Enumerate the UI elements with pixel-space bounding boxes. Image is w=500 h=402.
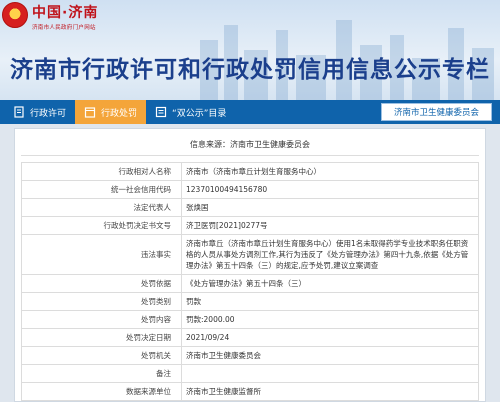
table-row: 备注: [21, 364, 479, 383]
field-value: 2021/09/24: [181, 328, 479, 347]
field-label: 处罚依据: [21, 274, 182, 293]
field-label: 处罚内容: [21, 310, 182, 329]
table-row: 行政处罚决定书文号 济卫医罚[2021]0277号: [21, 216, 479, 235]
field-value: 罚款: [181, 292, 479, 311]
calendar-icon: [84, 107, 96, 118]
table-row: 处罚机关 济南市卫生健康委员会: [21, 346, 479, 365]
national-emblem-icon: [2, 2, 28, 28]
logo-title: 中国·济南: [32, 5, 99, 21]
site-banner: 中国·济南 济南市人民政府门户网站 济南市行政许可和行政处罚信用信息公示专栏: [0, 0, 500, 100]
nav-tab-catalog[interactable]: “双公示”目录: [146, 100, 235, 124]
field-value: 张焕国: [181, 198, 479, 217]
penalty-detail-table: 行政相对人名称 济南市（济南市章丘计划生育服务中心） 统一社会信用代码 1237010…: [21, 162, 479, 401]
nav-tab-permits-label: 行政许可: [30, 108, 67, 119]
field-value: 济南市卫生健康委员会: [181, 346, 479, 365]
main-nav: 行政许可 行政处罚 “双公示”目录 济南市卫生健康委员会: [0, 100, 500, 124]
table-row: 违法事实 济南市章丘（济南市章丘计划生育服务中心）使用1名未取得药学专业技术职务任…: [21, 234, 479, 275]
table-row: 处罚内容 罚款:2000.00: [21, 310, 479, 329]
field-label: 行政相对人名称: [21, 162, 182, 181]
field-value: 济南市卫生健康监督所: [181, 382, 479, 401]
logo-subtitle: 济南市人民政府门户网站: [32, 25, 96, 31]
nav-tab-penalties-label: 行政处罚: [101, 108, 138, 119]
nav-tab-penalties[interactable]: 行政处罚: [75, 100, 147, 124]
field-label: 违法事实: [21, 234, 182, 275]
field-label: 备注: [21, 364, 182, 383]
field-label: 处罚决定日期: [21, 328, 182, 347]
field-value: [181, 364, 479, 383]
nav-tab-permits[interactable]: 行政许可: [4, 100, 75, 124]
list-icon: [155, 106, 167, 118]
field-label: 处罚机关: [21, 346, 182, 365]
field-label: 数据来源单位: [21, 382, 182, 401]
field-label: 行政处罚决定书文号: [21, 216, 182, 235]
field-value: 《处方管理办法》第五十四条（三）: [181, 274, 479, 293]
table-row: 处罚类别 罚款: [21, 292, 479, 311]
table-row: 处罚依据 《处方管理办法》第五十四条（三）: [21, 274, 479, 293]
site-logo[interactable]: 中国·济南 济南市人民政府门户网站: [2, 2, 98, 31]
table-row: 数据来源单位 济南市卫生健康监督所: [21, 382, 479, 401]
table-row: 统一社会信用代码 12370100494156780: [21, 180, 479, 199]
field-value: 济南市章丘（济南市章丘计划生育服务中心）使用1名未取得药学专业技术职务任职资格的…: [181, 234, 479, 275]
page-title: 济南市行政许可和行政处罚信用信息公示专栏: [10, 57, 490, 83]
document-icon: [14, 106, 24, 118]
field-label: 统一社会信用代码: [21, 180, 182, 199]
detail-panel: 信息来源：济南市卫生健康委员会 行政相对人名称 济南市（济南市章丘计划生育服务中心…: [14, 128, 486, 402]
info-source: 信息来源：济南市卫生健康委员会: [21, 129, 479, 156]
table-row: 法定代表人 张焕国: [21, 198, 479, 217]
field-value: 12370100494156780: [181, 180, 479, 199]
department-selector[interactable]: 济南市卫生健康委员会: [380, 103, 492, 121]
field-label: 处罚类别: [21, 292, 182, 311]
field-value: 罚款:2000.00: [181, 310, 479, 329]
field-value: 济卫医罚[2021]0277号: [181, 216, 479, 235]
field-value: 济南市（济南市章丘计划生育服务中心）: [181, 162, 479, 181]
field-label: 法定代表人: [21, 198, 182, 217]
table-row: 行政相对人名称 济南市（济南市章丘计划生育服务中心）: [21, 162, 479, 181]
nav-tab-catalog-label: “双公示”目录: [172, 108, 227, 119]
table-row: 处罚决定日期 2021/09/24: [21, 328, 479, 347]
